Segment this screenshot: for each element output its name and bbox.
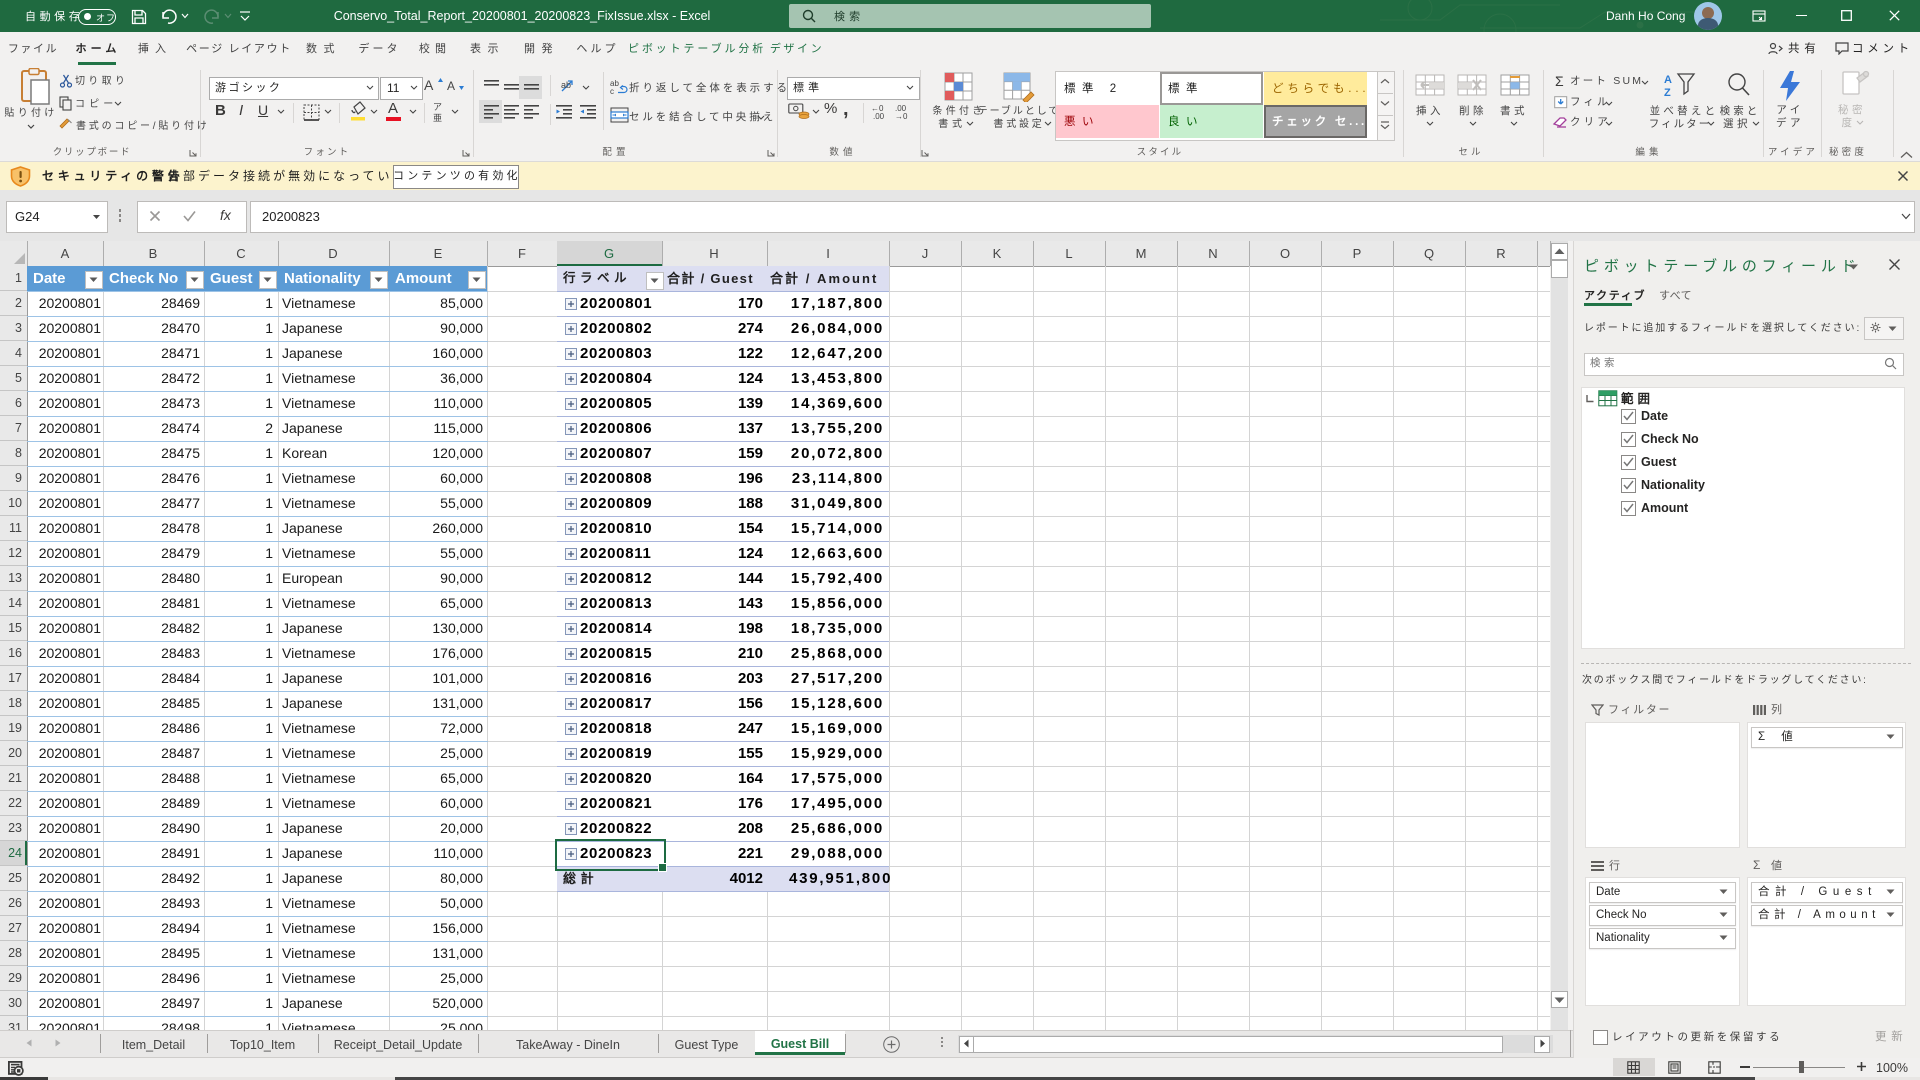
svg-text:Z: Z [1664,87,1671,99]
svg-text:.00: .00 [873,112,885,120]
svg-text:ab: ab [561,80,571,90]
svg-text:c: c [610,87,614,95]
svg-text:→0: →0 [895,112,908,120]
svg-text:A: A [1664,74,1672,86]
